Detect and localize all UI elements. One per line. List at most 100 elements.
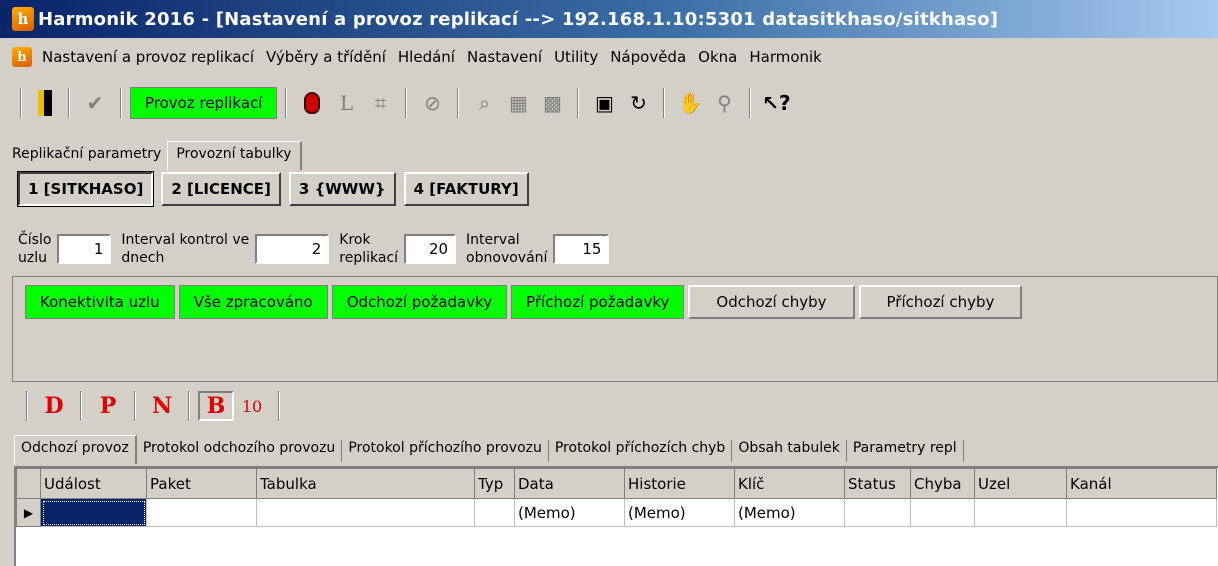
cell-historie[interactable]: (Memo): [624, 498, 735, 527]
filter-n-button[interactable]: N: [144, 391, 180, 421]
column-header-chyba[interactable]: Chyba: [910, 468, 975, 499]
menu-napoveda[interactable]: Nápověda: [604, 48, 692, 66]
toolbar-separator: [749, 88, 752, 118]
cell-chyba[interactable]: [910, 498, 975, 527]
column-header-udalost[interactable]: Událost: [40, 468, 147, 499]
exit-door-icon[interactable]: [38, 90, 52, 116]
filter-b-button[interactable]: B: [198, 391, 234, 421]
find-all-icon[interactable]: ▩: [539, 88, 565, 118]
title-bar[interactable]: h Harmonik 2016 - [Nastavení a provoz re…: [0, 0, 1218, 38]
status-konektivita-uzlu[interactable]: Konektivita uzlu: [25, 285, 175, 319]
row-indicator-header: [16, 468, 41, 499]
magnifier-icon[interactable]: ⌕: [471, 88, 497, 118]
node-button-faktury[interactable]: 4 [FAKTURY]: [403, 172, 529, 206]
provoz-replikaci-button[interactable]: Provoz replikací: [130, 87, 278, 119]
harmonik-app-icon[interactable]: h: [12, 7, 34, 31]
tab-obsah-tabulek[interactable]: Obsah tabulek: [732, 440, 847, 462]
grid-icon[interactable]: ▣: [591, 88, 617, 118]
menu-nastaveni[interactable]: Nastavení: [461, 48, 548, 66]
cell-typ[interactable]: [474, 498, 515, 527]
cancel-circle-icon[interactable]: ⊘: [419, 88, 445, 118]
column-header-kanal[interactable]: Kanál: [1066, 468, 1217, 499]
pin-icon[interactable]: ⌗: [367, 88, 393, 118]
help-pointer-icon[interactable]: ↖?: [762, 88, 790, 118]
cell-uzel[interactable]: [974, 498, 1067, 527]
mouse-icon[interactable]: [299, 88, 325, 118]
column-header-paket[interactable]: Paket: [146, 468, 257, 499]
toolbar-separator: [457, 88, 460, 118]
param-tab-strip: Replikační parametry Provozní tabulky: [12, 136, 302, 170]
node-button-licence[interactable]: 2 [LICENCE]: [161, 172, 281, 206]
traffic-tab-strip: Odchozí provoz Protokol odchozího provoz…: [14, 430, 964, 464]
tab-provozni-tabulky[interactable]: Provozní tabulky: [167, 141, 302, 170]
cell-kanal[interactable]: [1066, 498, 1217, 527]
tab-protokol-odchoziho[interactable]: Protokol odchozího provozu: [137, 440, 343, 462]
filter-toolbar: D P N B 10: [18, 388, 288, 424]
data-grid[interactable]: Událost Paket Tabulka Typ Data Historie …: [14, 466, 1218, 566]
find-table-icon[interactable]: ▦: [505, 88, 531, 118]
toolbar-separator: [80, 391, 82, 421]
row-pointer-icon[interactable]: ▶: [16, 498, 41, 527]
filter-p-button[interactable]: P: [90, 391, 126, 421]
cell-klic[interactable]: (Memo): [734, 498, 845, 527]
toolbar-separator: [26, 391, 28, 421]
document-menu-icon[interactable]: h: [12, 47, 32, 67]
menu-bar: h Nastavení a provoz replikací Výběry a …: [0, 40, 1218, 74]
node-number-label: Číslo uzlu: [18, 232, 52, 266]
filter-10-button[interactable]: 10: [234, 391, 270, 421]
column-header-data[interactable]: Data: [514, 468, 625, 499]
application-window: h Harmonik 2016 - [Nastavení a provoz re…: [0, 0, 1218, 566]
hand-icon[interactable]: ✋: [677, 88, 703, 118]
toolbar-separator: [120, 88, 122, 118]
tab-odchozi-provoz[interactable]: Odchozí provoz: [14, 435, 137, 464]
status-prichozi-chyby[interactable]: Příchozí chyby: [858, 285, 1023, 319]
column-header-klic[interactable]: Klíč: [734, 468, 845, 499]
tab-protokol-prichozich-chyb[interactable]: Protokol příchozích chyb: [549, 440, 733, 462]
status-odchozi-chyby[interactable]: Odchozí chyby: [688, 285, 855, 319]
toolbar: ✔ Provoz replikací L ⌗ ⊘ ⌕ ▦ ▩ ▣ ↻ ✋ ⚲ ↖…: [0, 80, 1218, 126]
menu-vybery-trideni[interactable]: Výběry a třídění: [260, 48, 392, 66]
cell-data[interactable]: (Memo): [514, 498, 625, 527]
node-selector: 1 [SITKHASO] 2 [LICENCE] 3 {WWW} 4 [FAKT…: [16, 171, 529, 208]
column-header-uzel[interactable]: Uzel: [974, 468, 1067, 499]
toolbar-separator: [188, 391, 190, 421]
node-button-sitkhaso[interactable]: 1 [SITKHASO]: [16, 171, 155, 207]
tab-protokol-prichoziho[interactable]: Protokol příchozího provozu: [342, 440, 549, 462]
l-icon[interactable]: L: [333, 88, 359, 118]
node-button-www[interactable]: 3 {WWW}: [288, 172, 396, 206]
cell-paket[interactable]: [146, 498, 257, 527]
step-field[interactable]: 20: [404, 234, 457, 264]
tab-replikacni-parametry[interactable]: Replikační parametry: [12, 146, 167, 168]
column-header-historie[interactable]: Historie: [624, 468, 735, 499]
menu-hledani[interactable]: Hledání: [392, 48, 461, 66]
table-row[interactable]: ▶ (Memo) (Memo) (Memo): [16, 498, 1217, 527]
cell-udalost[interactable]: [40, 498, 147, 527]
refresh-icon[interactable]: ↻: [625, 88, 651, 118]
cell-tabulka[interactable]: [256, 498, 475, 527]
flashlight-icon[interactable]: ⚲: [711, 88, 737, 118]
filter-d-button[interactable]: D: [36, 391, 72, 421]
status-prichozi-pozadavky[interactable]: Příchozí požadavky: [511, 285, 685, 319]
refresh-interval-label: Interval obnovování: [466, 232, 548, 266]
interval-days-field[interactable]: 2: [255, 234, 330, 264]
column-header-status[interactable]: Status: [844, 468, 911, 499]
toolbar-separator: [577, 88, 580, 118]
menu-utility[interactable]: Utility: [548, 48, 604, 66]
interval-days-label: Interval kontrol ve dnech: [121, 232, 250, 266]
column-header-tabulka[interactable]: Tabulka: [256, 468, 475, 499]
menu-okna[interactable]: Okna: [692, 48, 743, 66]
cell-status[interactable]: [844, 498, 911, 527]
toolbar-separator: [68, 88, 70, 118]
tab-parametry-repl[interactable]: Parametry repl: [847, 440, 964, 462]
status-vse-zpracovano[interactable]: Vše zpracováno: [178, 285, 328, 319]
node-number-field[interactable]: 1: [57, 234, 112, 264]
checkmark-icon[interactable]: ✔: [82, 88, 108, 118]
menu-nastaveni-provoz[interactable]: Nastavení a provoz replikací: [36, 48, 260, 66]
refresh-interval-field[interactable]: 15: [553, 234, 610, 264]
toolbar-separator: [20, 88, 22, 118]
menu-harmonik[interactable]: Harmonik: [743, 48, 828, 66]
status-odchozi-pozadavky[interactable]: Odchozí požadavky: [331, 285, 508, 319]
step-label: Krok replikací: [339, 232, 399, 266]
toolbar-separator: [663, 88, 666, 118]
column-header-typ[interactable]: Typ: [474, 468, 515, 499]
